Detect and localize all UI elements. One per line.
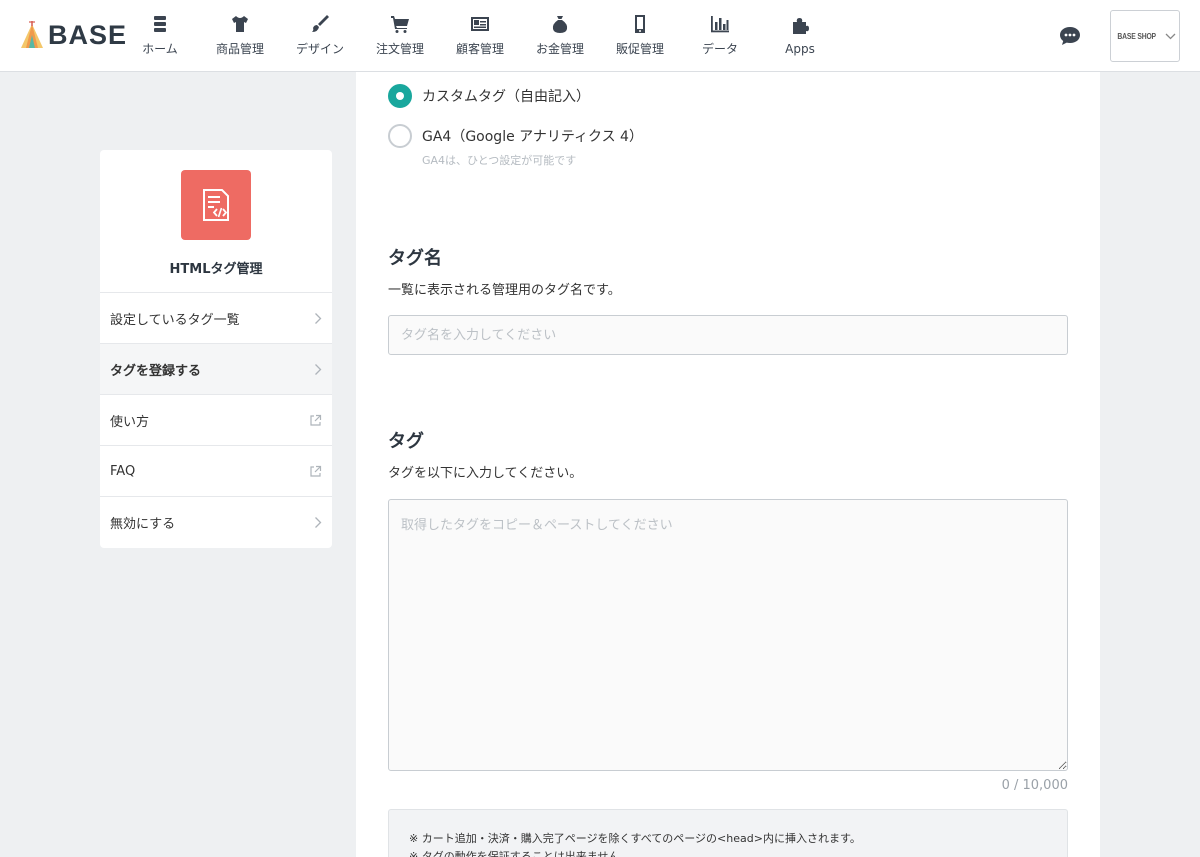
nav-item-orders[interactable]: 注文管理 bbox=[360, 0, 440, 71]
radio-ga4[interactable]: GA4（Google アナリティクス 4） bbox=[388, 124, 643, 148]
top-navigation-bar: BASE ホーム 商品管理 デザイン 注文管理 顧客管理 お金管理 販促管理 デ… bbox=[0, 0, 1200, 72]
sidebar-item-faq[interactable]: FAQ bbox=[100, 446, 332, 497]
chevron-right-icon bbox=[314, 312, 322, 325]
sidebar-item-label: 設定しているタグ一覧 bbox=[110, 312, 240, 328]
code-document-icon bbox=[203, 189, 229, 221]
chevron-right-icon bbox=[314, 516, 322, 529]
html-tag-app-icon bbox=[181, 170, 251, 240]
brand-name: BASE bbox=[48, 19, 128, 50]
radio-button-unchecked[interactable] bbox=[388, 124, 412, 148]
nav-item-apps[interactable]: Apps bbox=[760, 0, 840, 71]
radio-custom-tag[interactable]: カスタムタグ（自由記入） bbox=[388, 84, 590, 108]
nav-label: データ bbox=[701, 42, 738, 56]
tag-name-description: 一覧に表示される管理用のタグ名です。 bbox=[388, 283, 621, 298]
shop-name: BASE SHOP bbox=[1117, 31, 1157, 41]
notes-box: ※ カート追加・決済・購入完了ページを除くすべてのページの<head>内に挿入さ… bbox=[388, 809, 1068, 857]
nav-label: お金管理 bbox=[535, 42, 584, 56]
sidebar-item-label: FAQ bbox=[110, 463, 136, 479]
tag-code-textarea[interactable] bbox=[388, 499, 1068, 771]
sidebar-item-disable[interactable]: 無効にする bbox=[100, 497, 332, 548]
app-header: HTMLタグ管理 bbox=[100, 150, 332, 293]
main-nav: ホーム 商品管理 デザイン 注文管理 顧客管理 お金管理 販促管理 データ Ap… bbox=[120, 0, 840, 71]
radio-label: カスタムタグ（自由記入） bbox=[422, 89, 590, 105]
nav-item-customers[interactable]: 顧客管理 bbox=[440, 0, 520, 71]
sidebar-item-how-to[interactable]: 使い方 bbox=[100, 395, 332, 446]
nav-item-promotion[interactable]: 販促管理 bbox=[600, 0, 680, 71]
money-bag-icon bbox=[552, 16, 568, 33]
nav-item-products[interactable]: 商品管理 bbox=[200, 0, 280, 71]
nav-item-data[interactable]: データ bbox=[680, 0, 760, 71]
nav-label: ホーム bbox=[142, 42, 178, 56]
brush-icon bbox=[312, 15, 329, 32]
nav-label: 商品管理 bbox=[215, 42, 264, 56]
tag-description: タグを以下に入力してください。 bbox=[388, 466, 583, 481]
sidebar-item-register-tag[interactable]: タグを登録する bbox=[100, 344, 332, 395]
note-line: ※ タグの動作を保証することは出来ません。 bbox=[409, 850, 631, 857]
chevron-down-icon bbox=[1165, 33, 1176, 39]
smartphone-icon bbox=[635, 15, 645, 33]
chevron-right-icon bbox=[314, 363, 322, 376]
tag-register-form: カスタムタグ（自由記入） GA4（Google アナリティクス 4） GA4は、… bbox=[356, 72, 1100, 857]
sidebar-item-label: 無効にする bbox=[110, 517, 176, 532]
nav-item-money[interactable]: お金管理 bbox=[520, 0, 600, 71]
tag-title: タグ bbox=[388, 431, 424, 452]
messages-button[interactable] bbox=[1057, 23, 1083, 49]
shop-switcher-button[interactable]: BASE SHOP bbox=[1110, 10, 1180, 62]
app-sidebar: HTMLタグ管理 設定しているタグ一覧 タグを登録する 使い方 FAQ 無効にす… bbox=[100, 150, 332, 548]
nav-label: 販促管理 bbox=[615, 42, 664, 56]
nav-label: 注文管理 bbox=[375, 42, 424, 56]
tshirt-icon bbox=[232, 16, 248, 32]
home-icon bbox=[154, 16, 166, 32]
cart-icon bbox=[391, 16, 409, 33]
tag-name-title: タグ名 bbox=[388, 248, 442, 269]
external-link-icon bbox=[309, 465, 322, 478]
tag-name-input[interactable] bbox=[388, 315, 1068, 355]
sidebar-item-label: 使い方 bbox=[110, 414, 150, 430]
nav-item-home[interactable]: ホーム bbox=[120, 0, 200, 71]
base-logo[interactable]: BASE bbox=[20, 20, 127, 50]
sidebar-item-tag-list[interactable]: 設定しているタグ一覧 bbox=[100, 293, 332, 344]
sidebar-item-label: タグを登録する bbox=[110, 363, 202, 379]
radio-label: GA4（Google アナリティクス 4） bbox=[422, 129, 643, 145]
ga4-note: GA4は、ひとつ設定が可能です bbox=[422, 154, 577, 167]
nav-label: デザイン bbox=[295, 42, 344, 56]
customer-card-icon bbox=[471, 17, 489, 31]
chat-bubble-icon bbox=[1060, 27, 1080, 45]
nav-item-design[interactable]: デザイン bbox=[280, 0, 360, 71]
radio-button-checked[interactable] bbox=[388, 84, 412, 108]
nav-label: Apps bbox=[785, 41, 815, 56]
note-line: ※ カート追加・決済・購入完了ページを除くすべてのページの<head>内に挿入さ… bbox=[409, 832, 861, 845]
nav-label: 顧客管理 bbox=[455, 42, 504, 56]
character-counter: 0 / 10,000 bbox=[1001, 778, 1068, 793]
tent-logo-icon bbox=[21, 21, 43, 48]
bar-chart-icon bbox=[711, 16, 729, 33]
puzzle-icon bbox=[793, 17, 809, 34]
app-title: HTMLタグ管理 bbox=[169, 262, 263, 277]
external-link-icon bbox=[309, 414, 322, 427]
